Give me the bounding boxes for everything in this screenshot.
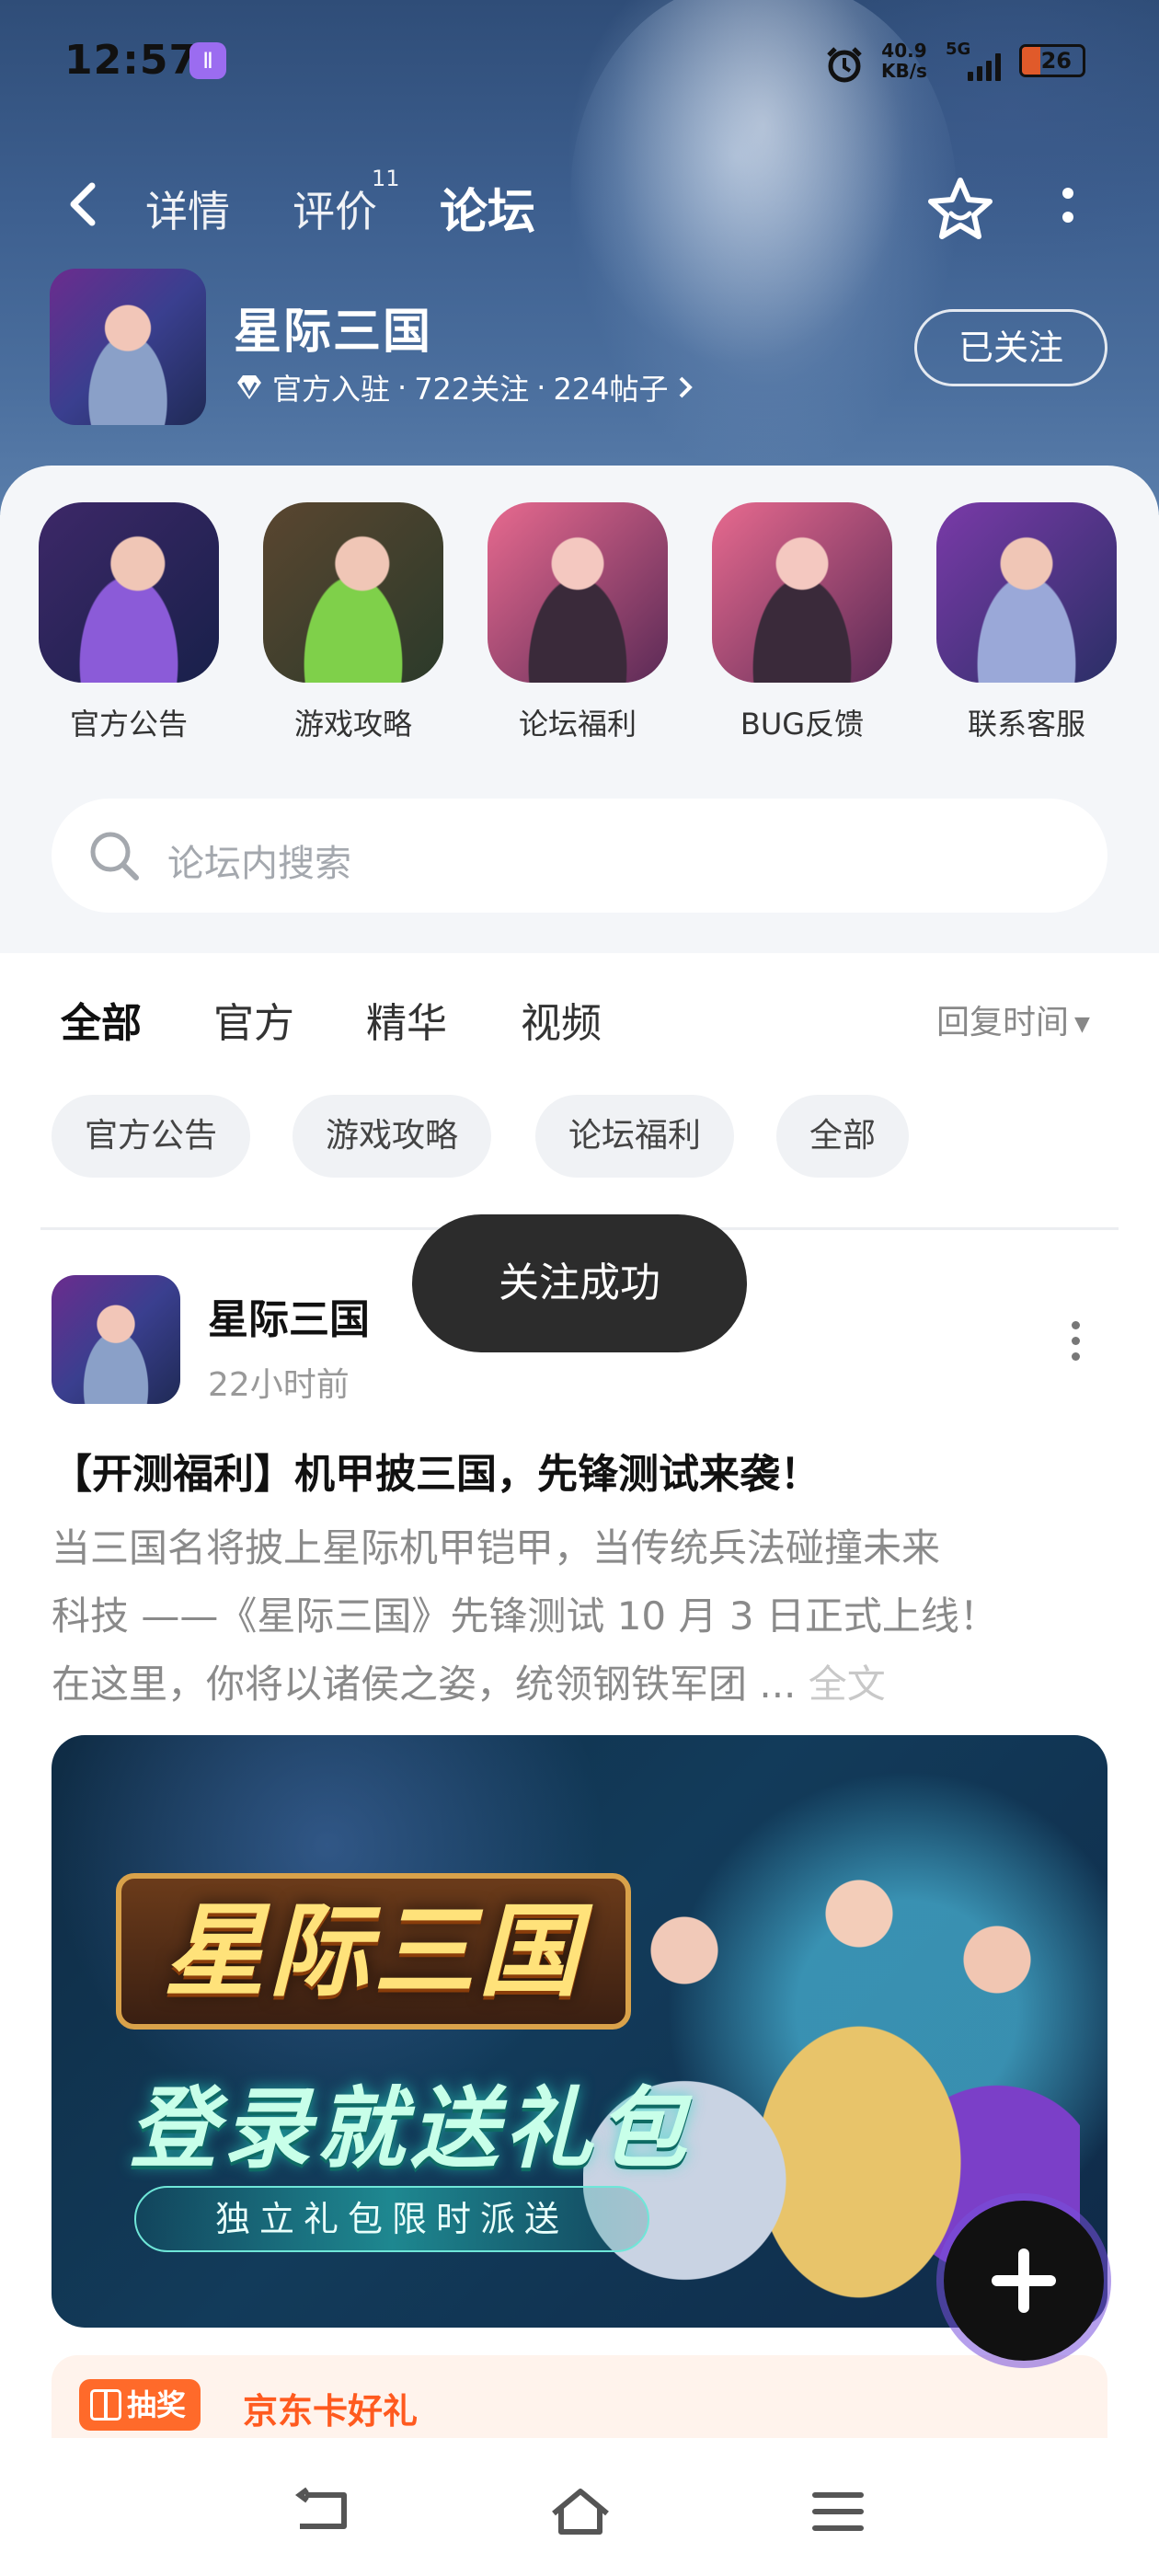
caret-down-icon: ▼: [1074, 1012, 1090, 1036]
post-author-name[interactable]: 星际三国: [208, 1286, 370, 1345]
battery-icon: 26: [1019, 44, 1085, 77]
home-icon[interactable]: [548, 2484, 613, 2539]
tab-video[interactable]: 视频: [521, 990, 602, 1049]
chip-guides[interactable]: 游戏攻略: [293, 1095, 492, 1178]
alarm-icon: [824, 44, 865, 91]
diamond-icon: [237, 375, 261, 399]
search-placeholder: 论坛内搜索: [167, 843, 351, 885]
app-notification-icon: Ⅱ: [189, 42, 226, 79]
follow-button[interactable]: 已关注: [914, 309, 1107, 386]
post-timestamp: 22小时前: [208, 1366, 350, 1404]
official-label: 官方入驻: [272, 372, 391, 407]
tab-official[interactable]: 官方: [213, 990, 294, 1049]
category-image: [712, 502, 892, 683]
chip-all[interactable]: 全部: [776, 1095, 910, 1178]
back-gesture-icon[interactable]: [291, 2484, 355, 2539]
system-navigation-bar: [0, 2438, 1159, 2576]
status-time: 12:57: [64, 37, 199, 84]
banner-subtitle: 独立礼包限时派送: [214, 2199, 568, 2239]
topic-chips: 官方公告 游戏攻略 论坛福利 全部: [0, 1086, 1159, 1178]
game-title: 星际三国: [234, 305, 433, 360]
tab-featured[interactable]: 精华: [366, 990, 447, 1049]
category-benefits[interactable]: 论坛福利: [476, 502, 679, 743]
banner-slogan: 登录就送礼包: [129, 2077, 692, 2180]
post-image-banner[interactable]: 星际三国 登录就送礼包 独立礼包限时派送: [52, 1735, 1107, 2328]
category-guides[interactable]: 游戏攻略: [252, 502, 454, 743]
post-author-avatar[interactable]: [52, 1275, 180, 1404]
promo-text: 京东卡好礼: [243, 2391, 419, 2432]
toast-message: 关注成功: [412, 1214, 747, 1352]
menu-icon[interactable]: [806, 2484, 870, 2539]
category-image: [488, 502, 668, 683]
status-bar: 12:57 Ⅱ 40.9 KB/s 5G 26: [0, 0, 1159, 120]
favorite-star-icon[interactable]: [924, 173, 997, 247]
signal-icon: [968, 52, 1001, 81]
sort-dropdown[interactable]: 回复时间 ▼: [936, 995, 1090, 1043]
new-post-button[interactable]: [944, 2201, 1104, 2361]
lottery-tag: 抽奖: [79, 2379, 201, 2431]
forum-panel: 官方公告 游戏攻略 论坛福利 BUG反馈 联系客服 论坛内搜索: [0, 466, 1159, 953]
tab-review[interactable]: 评价 11: [293, 166, 400, 239]
game-stats[interactable]: 官方入驻 · 722关注 · 224帖子: [234, 366, 694, 408]
category-shortcuts: 官方公告 游戏攻略 论坛福利 BUG反馈 联系客服: [0, 502, 1159, 778]
chip-benefits[interactable]: 论坛福利: [535, 1095, 735, 1178]
game-avatar[interactable]: [50, 269, 206, 425]
expand-full-text-link[interactable]: 全文: [809, 1662, 886, 1707]
network-speed: 40.9 KB/s: [881, 40, 927, 82]
chevron-right-icon: [679, 376, 693, 398]
post-title[interactable]: 【开测福利】机甲披三国，先锋测试来袭！: [52, 1441, 820, 1500]
gift-icon: [90, 2389, 121, 2421]
post-more-options-icon[interactable]: [1063, 1321, 1087, 1376]
category-announcement[interactable]: 官方公告: [28, 502, 230, 743]
category-support[interactable]: 联系客服: [925, 502, 1128, 743]
banner-logo: 星际三国: [164, 1892, 583, 2010]
review-count-badge: 11: [372, 166, 400, 191]
post-count: 224帖子: [553, 372, 669, 407]
category-image: [936, 502, 1117, 683]
category-image: [39, 502, 219, 683]
follow-count: 722关注: [414, 372, 530, 407]
chip-announcement[interactable]: 官方公告: [52, 1095, 251, 1178]
forum-search-input[interactable]: 论坛内搜索: [52, 799, 1107, 913]
more-options-icon[interactable]: [1054, 182, 1082, 237]
top-nav: 详情 评价 11 论坛: [0, 166, 1159, 248]
post-body[interactable]: 当三国名将披上星际机甲铠甲，当传统兵法碰撞未来 科技 ——《星际三国》先锋测试 …: [52, 1514, 1109, 1719]
category-image: [263, 502, 443, 683]
search-icon: [90, 832, 139, 880]
tab-detail[interactable]: 详情: [145, 178, 230, 239]
tab-all[interactable]: 全部: [61, 990, 142, 1052]
back-icon[interactable]: [61, 177, 107, 232]
category-bug-report[interactable]: BUG反馈: [701, 502, 903, 743]
tab-forum[interactable]: 论坛: [440, 173, 536, 244]
filter-tabs: 全部 官方 精华 视频 回复时间 ▼: [0, 953, 1159, 1082]
